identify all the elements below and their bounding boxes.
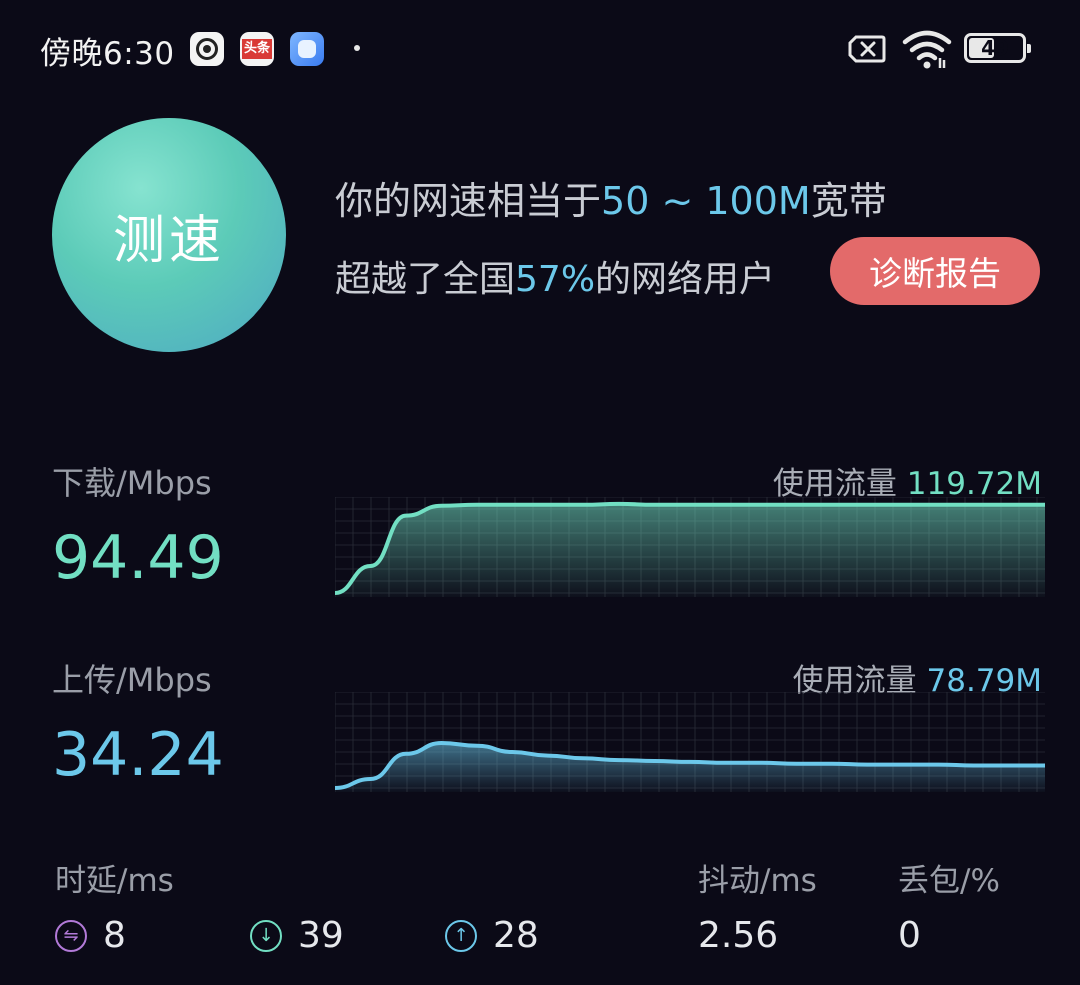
speed-test-label: 测速 xyxy=(112,210,225,271)
wifi-icon xyxy=(902,30,952,69)
ranking-percent: 57% xyxy=(515,259,596,300)
latency-label: 时延/ms xyxy=(55,863,174,899)
toutiao-app-icon-text: 头条 xyxy=(242,39,272,59)
download-latency-icon: ↓ xyxy=(250,920,282,952)
upload-latency-value: 28 xyxy=(493,915,539,956)
jitter-label: 抖动/ms xyxy=(698,863,817,899)
sim-off-icon xyxy=(848,35,886,63)
battery-icon: 49 xyxy=(964,33,1031,63)
toutiao-app-icon: 头条 xyxy=(240,32,274,66)
camera-app-icon xyxy=(190,32,224,66)
bandwidth-summary-suffix: 宽带 xyxy=(810,179,887,223)
idle-latency-value: 8 xyxy=(103,915,126,956)
battery-percent: 49 xyxy=(981,36,1009,60)
download-speed-chart xyxy=(335,497,1045,597)
upload-speed-chart xyxy=(335,692,1045,792)
upload-label: 上传/Mbps xyxy=(52,661,212,699)
notification-dot-icon xyxy=(354,45,360,51)
packet-loss-value: 0 xyxy=(898,915,921,956)
idle-latency-icon: ⇋ xyxy=(55,920,87,952)
ranking-summary: 超越了全国57%的网络用户 xyxy=(335,250,775,302)
blue-app-icon xyxy=(290,32,324,66)
speed-test-button[interactable]: 测速 xyxy=(52,118,286,352)
download-label: 下载/Mbps xyxy=(52,464,212,502)
download-latency-value: 39 xyxy=(298,915,344,956)
upload-value: 34.24 xyxy=(52,720,224,790)
jitter-value: 2.56 xyxy=(698,915,779,956)
ranking-summary-suffix: 的网络用户 xyxy=(595,259,776,300)
diagnosis-report-button[interactable]: 诊断报告 xyxy=(830,237,1040,305)
packet-loss-label: 丢包/% xyxy=(898,863,1000,899)
status-bar: 傍晚6:30 头条 49 xyxy=(0,0,1080,100)
status-time: 傍晚6:30 xyxy=(40,36,175,72)
bandwidth-summary-prefix: 你的网速相当于 xyxy=(335,179,602,223)
download-value: 94.49 xyxy=(52,523,224,593)
upload-chart-area xyxy=(335,743,1045,792)
download-chart-area xyxy=(335,503,1045,597)
ranking-summary-prefix: 超越了全国 xyxy=(335,259,516,300)
upload-latency-icon: ↑ xyxy=(445,920,477,952)
bandwidth-summary: 你的网速相当于50 ~ 100M宽带 xyxy=(335,170,887,225)
bandwidth-range: 50 ~ 100M xyxy=(601,179,811,223)
